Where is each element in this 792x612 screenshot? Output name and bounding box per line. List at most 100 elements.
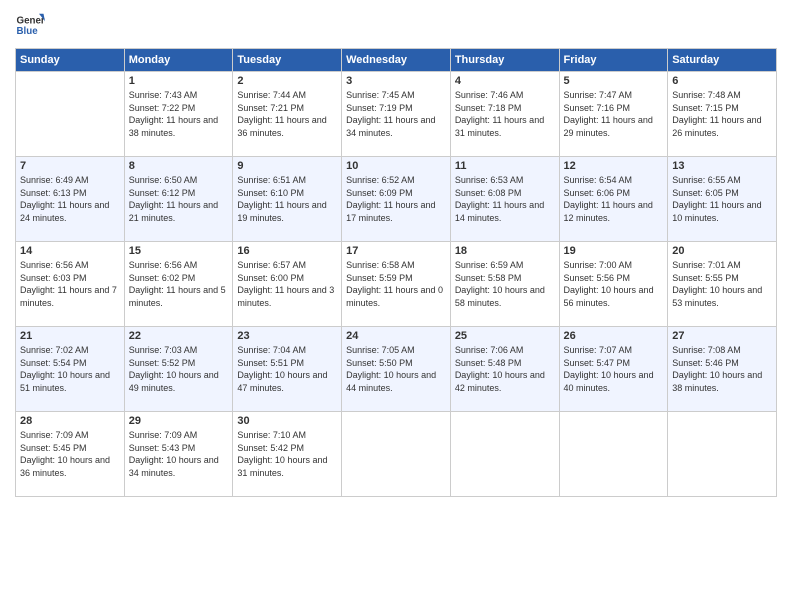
- day-number: 2: [237, 75, 337, 87]
- day-info: Sunrise: 7:09 AMSunset: 5:45 PMDaylight:…: [20, 429, 120, 479]
- logo-icon: General Blue: [15, 10, 45, 40]
- calendar-cell: 10 Sunrise: 6:52 AMSunset: 6:09 PMDayligh…: [342, 157, 451, 242]
- day-info: Sunrise: 6:52 AMSunset: 6:09 PMDaylight:…: [346, 174, 446, 224]
- day-number: 7: [20, 160, 120, 172]
- week-row-5: 28 Sunrise: 7:09 AMSunset: 5:45 PMDayligh…: [16, 412, 777, 497]
- day-info: Sunrise: 7:08 AMSunset: 5:46 PMDaylight:…: [672, 344, 772, 394]
- calendar-cell: [450, 412, 559, 497]
- calendar-cell: 21 Sunrise: 7:02 AMSunset: 5:54 PMDayligh…: [16, 327, 125, 412]
- calendar-cell: 17 Sunrise: 6:58 AMSunset: 5:59 PMDayligh…: [342, 242, 451, 327]
- day-info: Sunrise: 6:56 AMSunset: 6:03 PMDaylight:…: [20, 259, 120, 309]
- calendar-cell: 2Sunrise: 7:44 AMSunset: 7:21 PMDaylight…: [233, 72, 342, 157]
- day-info: Sunrise: 6:51 AMSunset: 6:10 PMDaylight:…: [237, 174, 337, 224]
- calendar-cell: 16 Sunrise: 6:57 AMSunset: 6:00 PMDayligh…: [233, 242, 342, 327]
- day-number: 30: [237, 415, 337, 427]
- day-number: 6: [672, 75, 772, 87]
- day-info: Sunrise: 6:56 AMSunset: 6:02 PMDaylight:…: [129, 259, 229, 309]
- day-number: 23: [237, 330, 337, 342]
- svg-text:Blue: Blue: [17, 26, 39, 37]
- day-number: 16: [237, 245, 337, 257]
- week-row-4: 21 Sunrise: 7:02 AMSunset: 5:54 PMDayligh…: [16, 327, 777, 412]
- day-number: 17: [346, 245, 446, 257]
- calendar-table: SundayMondayTuesdayWednesdayThursdayFrid…: [15, 48, 777, 497]
- calendar-cell: 23 Sunrise: 7:04 AMSunset: 5:51 PMDayligh…: [233, 327, 342, 412]
- calendar-header-row: SundayMondayTuesdayWednesdayThursdayFrid…: [16, 49, 777, 72]
- day-number: 8: [129, 160, 229, 172]
- calendar-cell: [16, 72, 125, 157]
- day-number: 28: [20, 415, 120, 427]
- calendar-cell: 22 Sunrise: 7:03 AMSunset: 5:52 PMDayligh…: [124, 327, 233, 412]
- day-info: Sunrise: 6:59 AMSunset: 5:58 PMDaylight:…: [455, 259, 555, 309]
- calendar-cell: 14 Sunrise: 6:56 AMSunset: 6:03 PMDayligh…: [16, 242, 125, 327]
- day-info: Sunrise: 7:07 AMSunset: 5:47 PMDaylight:…: [564, 344, 664, 394]
- day-number: 14: [20, 245, 120, 257]
- calendar-cell: 24Sunrise: 7:05 AMSunset: 5:50 PMDayligh…: [342, 327, 451, 412]
- day-info: Sunrise: 6:58 AMSunset: 5:59 PMDaylight:…: [346, 259, 446, 309]
- day-info: Sunrise: 7:06 AMSunset: 5:48 PMDaylight:…: [455, 344, 555, 394]
- calendar-cell: [342, 412, 451, 497]
- day-number: 19: [564, 245, 664, 257]
- calendar-cell: 27Sunrise: 7:08 AMSunset: 5:46 PMDayligh…: [668, 327, 777, 412]
- page-header: General Blue: [15, 10, 777, 40]
- day-number: 5: [564, 75, 664, 87]
- calendar-cell: 25 Sunrise: 7:06 AMSunset: 5:48 PMDayligh…: [450, 327, 559, 412]
- calendar-cell: 7 Sunrise: 6:49 AMSunset: 6:13 PMDaylight…: [16, 157, 125, 242]
- day-number: 3: [346, 75, 446, 87]
- day-number: 25: [455, 330, 555, 342]
- calendar-cell: [559, 412, 668, 497]
- day-info: Sunrise: 6:50 AMSunset: 6:12 PMDaylight:…: [129, 174, 229, 224]
- day-info: Sunrise: 6:55 AMSunset: 6:05 PMDaylight:…: [672, 174, 772, 224]
- day-number: 12: [564, 160, 664, 172]
- calendar-cell: 6 Sunrise: 7:48 AMSunset: 7:15 PMDaylight…: [668, 72, 777, 157]
- day-number: 1: [129, 75, 229, 87]
- day-number: 21: [20, 330, 120, 342]
- week-row-2: 7 Sunrise: 6:49 AMSunset: 6:13 PMDaylight…: [16, 157, 777, 242]
- day-number: 29: [129, 415, 229, 427]
- calendar-cell: 15Sunrise: 6:56 AMSunset: 6:02 PMDayligh…: [124, 242, 233, 327]
- day-info: Sunrise: 7:04 AMSunset: 5:51 PMDaylight:…: [237, 344, 337, 394]
- day-info: Sunrise: 7:02 AMSunset: 5:54 PMDaylight:…: [20, 344, 120, 394]
- day-info: Sunrise: 6:49 AMSunset: 6:13 PMDaylight:…: [20, 174, 120, 224]
- day-info: Sunrise: 7:05 AMSunset: 5:50 PMDaylight:…: [346, 344, 446, 394]
- day-info: Sunrise: 7:46 AMSunset: 7:18 PMDaylight:…: [455, 89, 555, 139]
- calendar-cell: 20Sunrise: 7:01 AMSunset: 5:55 PMDayligh…: [668, 242, 777, 327]
- day-info: Sunrise: 7:03 AMSunset: 5:52 PMDaylight:…: [129, 344, 229, 394]
- day-info: Sunrise: 6:53 AMSunset: 6:08 PMDaylight:…: [455, 174, 555, 224]
- calendar-cell: 8 Sunrise: 6:50 AMSunset: 6:12 PMDaylight…: [124, 157, 233, 242]
- day-number: 20: [672, 245, 772, 257]
- day-number: 22: [129, 330, 229, 342]
- calendar-cell: 1Sunrise: 7:43 AMSunset: 7:22 PMDaylight…: [124, 72, 233, 157]
- day-info: Sunrise: 6:57 AMSunset: 6:00 PMDaylight:…: [237, 259, 337, 309]
- day-info: Sunrise: 7:45 AMSunset: 7:19 PMDaylight:…: [346, 89, 446, 139]
- calendar-cell: 28 Sunrise: 7:09 AMSunset: 5:45 PMDayligh…: [16, 412, 125, 497]
- day-info: Sunrise: 7:10 AMSunset: 5:42 PMDaylight:…: [237, 429, 337, 479]
- day-number: 26: [564, 330, 664, 342]
- calendar-cell: 29 Sunrise: 7:09 AMSunset: 5:43 PMDayligh…: [124, 412, 233, 497]
- calendar-cell: 13 Sunrise: 6:55 AMSunset: 6:05 PMDayligh…: [668, 157, 777, 242]
- day-number: 9: [237, 160, 337, 172]
- day-number: 18: [455, 245, 555, 257]
- calendar-cell: 18 Sunrise: 6:59 AMSunset: 5:58 PMDayligh…: [450, 242, 559, 327]
- column-header-tuesday: Tuesday: [233, 49, 342, 72]
- column-header-saturday: Saturday: [668, 49, 777, 72]
- calendar-cell: 4 Sunrise: 7:46 AMSunset: 7:18 PMDaylight…: [450, 72, 559, 157]
- column-header-thursday: Thursday: [450, 49, 559, 72]
- calendar-cell: 26 Sunrise: 7:07 AMSunset: 5:47 PMDayligh…: [559, 327, 668, 412]
- column-header-sunday: Sunday: [16, 49, 125, 72]
- day-info: Sunrise: 7:09 AMSunset: 5:43 PMDaylight:…: [129, 429, 229, 479]
- calendar-cell: 11Sunrise: 6:53 AMSunset: 6:08 PMDayligh…: [450, 157, 559, 242]
- day-info: Sunrise: 7:00 AMSunset: 5:56 PMDaylight:…: [564, 259, 664, 309]
- week-row-3: 14 Sunrise: 6:56 AMSunset: 6:03 PMDayligh…: [16, 242, 777, 327]
- svg-text:General: General: [17, 16, 46, 27]
- column-header-wednesday: Wednesday: [342, 49, 451, 72]
- calendar-cell: 3 Sunrise: 7:45 AMSunset: 7:19 PMDaylight…: [342, 72, 451, 157]
- day-number: 13: [672, 160, 772, 172]
- week-row-1: 1Sunrise: 7:43 AMSunset: 7:22 PMDaylight…: [16, 72, 777, 157]
- calendar-cell: [668, 412, 777, 497]
- logo: General Blue: [15, 10, 45, 40]
- day-info: Sunrise: 7:48 AMSunset: 7:15 PMDaylight:…: [672, 89, 772, 139]
- calendar-cell: 30 Sunrise: 7:10 AMSunset: 5:42 PMDayligh…: [233, 412, 342, 497]
- day-number: 4: [455, 75, 555, 87]
- day-number: 10: [346, 160, 446, 172]
- calendar-cell: 12Sunrise: 6:54 AMSunset: 6:06 PMDayligh…: [559, 157, 668, 242]
